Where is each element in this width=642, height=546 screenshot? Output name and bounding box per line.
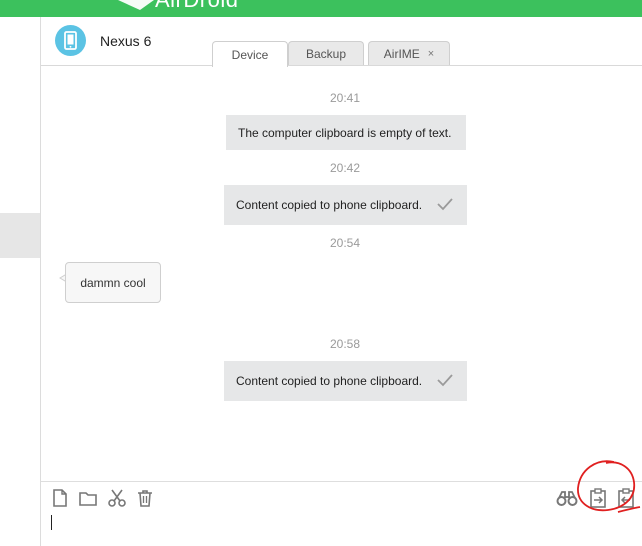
message-input-caret[interactable]: [51, 515, 52, 530]
system-message-text: Content copied to phone clipboard.: [236, 374, 423, 388]
system-message: The computer clipboard is empty of text.: [226, 115, 466, 150]
scissors-icon[interactable]: [107, 488, 127, 508]
annotation-circle: [577, 460, 641, 513]
tab-backup-label: Backup: [305, 47, 347, 61]
close-icon[interactable]: ×: [428, 48, 434, 60]
new-file-icon[interactable]: [50, 488, 70, 508]
incoming-message-text: dammn cool: [80, 275, 146, 290]
system-message: Content copied to phone clipboard.: [224, 361, 467, 401]
message-timestamp: 20:41: [329, 91, 361, 105]
phone-icon: [55, 25, 86, 56]
tab-airime-label: AirIME: [383, 47, 420, 61]
checkmark-icon: [437, 198, 453, 211]
system-message-text: The computer clipboard is empty of text.: [238, 125, 452, 140]
system-message: Content copied to phone clipboard.: [224, 185, 467, 225]
incoming-message-bubble[interactable]: dammn cool: [65, 262, 161, 303]
tab-divider: [41, 65, 642, 66]
message-timestamp: 20:58: [329, 337, 361, 351]
tab-backup[interactable]: Backup: [288, 41, 364, 66]
input-toolbar-divider: [41, 481, 642, 482]
tab-airime[interactable]: AirIME ×: [368, 41, 450, 66]
tab-device[interactable]: Device: [212, 41, 288, 67]
airdroid-logo-icon: [118, 0, 154, 10]
trash-icon[interactable]: [135, 488, 155, 508]
app-title: AirDroid: [155, 0, 238, 13]
message-timestamp: 20:42: [329, 161, 361, 175]
folder-icon[interactable]: [78, 488, 98, 508]
tab-device-label: Device: [231, 47, 269, 62]
message-timestamp: 20:54: [329, 236, 361, 250]
checkmark-icon: [437, 374, 453, 387]
app-header: AirDroid: [0, 0, 642, 17]
system-message-text: Content copied to phone clipboard.: [236, 198, 423, 212]
device-name: Nexus 6: [100, 33, 152, 49]
